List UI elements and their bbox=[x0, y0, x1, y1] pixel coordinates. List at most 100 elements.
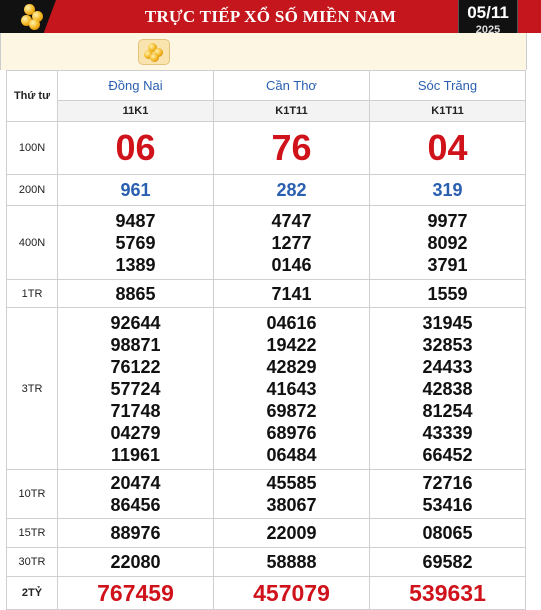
winning-number: 539631 bbox=[409, 580, 486, 606]
winning-number: 20474 bbox=[110, 473, 161, 493]
winning-number: 11961 bbox=[110, 444, 161, 465]
winning-number: 92644 bbox=[110, 312, 161, 333]
prize-row: 1TR 8865 7141 1559 bbox=[6, 279, 526, 308]
winning-number: 57724 bbox=[110, 378, 161, 399]
prize-cell: 7141 bbox=[213, 279, 370, 308]
prize-cell: 76 bbox=[213, 121, 370, 175]
winning-number: 3791 bbox=[427, 254, 468, 275]
winning-number: 7141 bbox=[271, 283, 312, 304]
winning-number: 04616 bbox=[266, 312, 317, 333]
prize-cell: 08065 bbox=[369, 518, 526, 548]
lottery-balls-button[interactable] bbox=[138, 39, 170, 65]
prize-cell: 457079 bbox=[213, 576, 370, 610]
prize-cell: 9977 8092 3791 bbox=[369, 205, 526, 280]
prize-label: 400N bbox=[6, 205, 58, 280]
prize-cell: 8865 bbox=[57, 279, 214, 308]
province-link[interactable]: Sóc Trăng bbox=[369, 70, 526, 101]
winning-number: 43339 bbox=[422, 422, 473, 443]
winning-number: 1389 bbox=[115, 254, 156, 275]
winning-number: 06484 bbox=[266, 444, 317, 465]
winning-number: 76 bbox=[271, 127, 312, 168]
prize-cell: 767459 bbox=[57, 576, 214, 610]
ticket-code: 11K1 bbox=[57, 100, 214, 122]
prize-cell: 31945 32853 24433 42838 81254 43339 66452 bbox=[369, 307, 526, 470]
winning-number: 41643 bbox=[266, 378, 317, 399]
winning-number: 71748 bbox=[110, 400, 161, 421]
winning-number: 88976 bbox=[110, 523, 161, 543]
winning-number: 81254 bbox=[422, 400, 473, 421]
winning-number: 8092 bbox=[427, 232, 468, 253]
winning-number: 69582 bbox=[422, 552, 473, 572]
prize-label: 10TR bbox=[6, 469, 58, 519]
winning-number: 0146 bbox=[271, 254, 312, 275]
prize-cell: 319 bbox=[369, 174, 526, 206]
prize-cell: 45585 38067 bbox=[213, 469, 370, 519]
winning-number: 961 bbox=[120, 180, 151, 200]
winning-number: 38067 bbox=[266, 495, 317, 515]
province-link[interactable]: Cần Thơ bbox=[213, 70, 370, 101]
prize-row: 400N 9487 5769 1389 4747 1277 0146 9977 8092 3791 bbox=[6, 205, 526, 280]
prize-cell: 282 bbox=[213, 174, 370, 206]
prize-cell: 72716 53416 bbox=[369, 469, 526, 519]
winning-number: 767459 bbox=[97, 580, 174, 606]
winning-number: 69872 bbox=[266, 400, 317, 421]
prize-row: 15TR 88976 22009 08065 bbox=[6, 518, 526, 548]
winning-number: 76122 bbox=[110, 356, 161, 377]
winning-number: 1559 bbox=[427, 283, 468, 304]
prize-cell: 961 bbox=[57, 174, 214, 206]
prize-label: 1TR bbox=[6, 279, 58, 308]
prize-label: 15TR bbox=[6, 518, 58, 548]
prize-cell: 88976 bbox=[57, 518, 214, 548]
prize-label: 100N bbox=[6, 121, 58, 175]
winning-number: 68976 bbox=[266, 422, 317, 443]
winning-number: 457079 bbox=[253, 580, 330, 606]
prize-row: 100N 06 76 04 bbox=[6, 121, 526, 175]
prize-label: 2TỶ bbox=[6, 576, 58, 610]
prize-cell: 1559 bbox=[369, 279, 526, 308]
winning-number: 8865 bbox=[115, 283, 156, 304]
prize-label: 200N bbox=[6, 174, 58, 206]
prize-row: 10TR 20474 86456 45585 38067 72716 53416 bbox=[6, 469, 526, 519]
winning-number: 22009 bbox=[266, 523, 317, 543]
prize-cell: 4747 1277 0146 bbox=[213, 205, 370, 280]
prize-rows: 100N 06 76 04 200N 961 282 319 400N 9487 5769 1389 4… bbox=[6, 121, 526, 610]
winning-number: 4747 bbox=[271, 210, 312, 231]
prize-cell: 22080 bbox=[57, 547, 214, 577]
prize-label: 30TR bbox=[6, 547, 58, 577]
winning-number: 31945 bbox=[422, 312, 473, 333]
prize-cell: 9487 5769 1389 bbox=[57, 205, 214, 280]
winning-number: 86456 bbox=[110, 495, 161, 515]
results-table: Thứ tư Đồng Nai Cần Thơ Sóc Trăng 11K1 K… bbox=[6, 70, 526, 610]
winning-number: 42829 bbox=[266, 356, 317, 377]
winning-number: 58888 bbox=[266, 552, 317, 572]
ticket-code: K1T11 bbox=[213, 100, 370, 122]
winning-number: 319 bbox=[432, 180, 463, 200]
day-label: Thứ tư bbox=[6, 70, 58, 122]
date-day: 05/11 bbox=[467, 3, 509, 22]
winning-number: 9977 bbox=[427, 210, 468, 231]
prize-row: 3TR 92644 98871 76122 57724 71748 04279 11961 04… bbox=[6, 307, 526, 470]
winning-number: 32853 bbox=[422, 334, 473, 355]
prize-label: 3TR bbox=[6, 307, 58, 470]
winning-number: 9487 bbox=[115, 210, 156, 231]
winning-number: 1277 bbox=[271, 232, 312, 253]
prize-cell: 04 bbox=[369, 121, 526, 175]
winning-number: 282 bbox=[276, 180, 307, 200]
sub-header bbox=[0, 33, 527, 70]
province-link[interactable]: Đồng Nai bbox=[57, 70, 214, 101]
prize-cell: 06 bbox=[57, 121, 214, 175]
winning-number: 98871 bbox=[110, 334, 161, 355]
winning-number: 45585 bbox=[266, 473, 317, 493]
winning-number: 24433 bbox=[422, 356, 473, 377]
prize-cell: 92644 98871 76122 57724 71748 04279 11961 bbox=[57, 307, 214, 470]
winning-number: 04 bbox=[427, 127, 468, 168]
winning-number: 72716 bbox=[422, 473, 473, 493]
winning-number: 53416 bbox=[422, 495, 473, 515]
prize-row: 30TR 22080 58888 69582 bbox=[6, 547, 526, 577]
prize-cell: 22009 bbox=[213, 518, 370, 548]
prize-cell: 69582 bbox=[369, 547, 526, 577]
ticket-code: K1T11 bbox=[369, 100, 526, 122]
prize-cell: 04616 19422 42829 41643 69872 68976 06484 bbox=[213, 307, 370, 470]
winning-number: 04279 bbox=[110, 422, 161, 443]
prize-row: 2TỶ 767459 457079 539631 bbox=[6, 576, 526, 610]
